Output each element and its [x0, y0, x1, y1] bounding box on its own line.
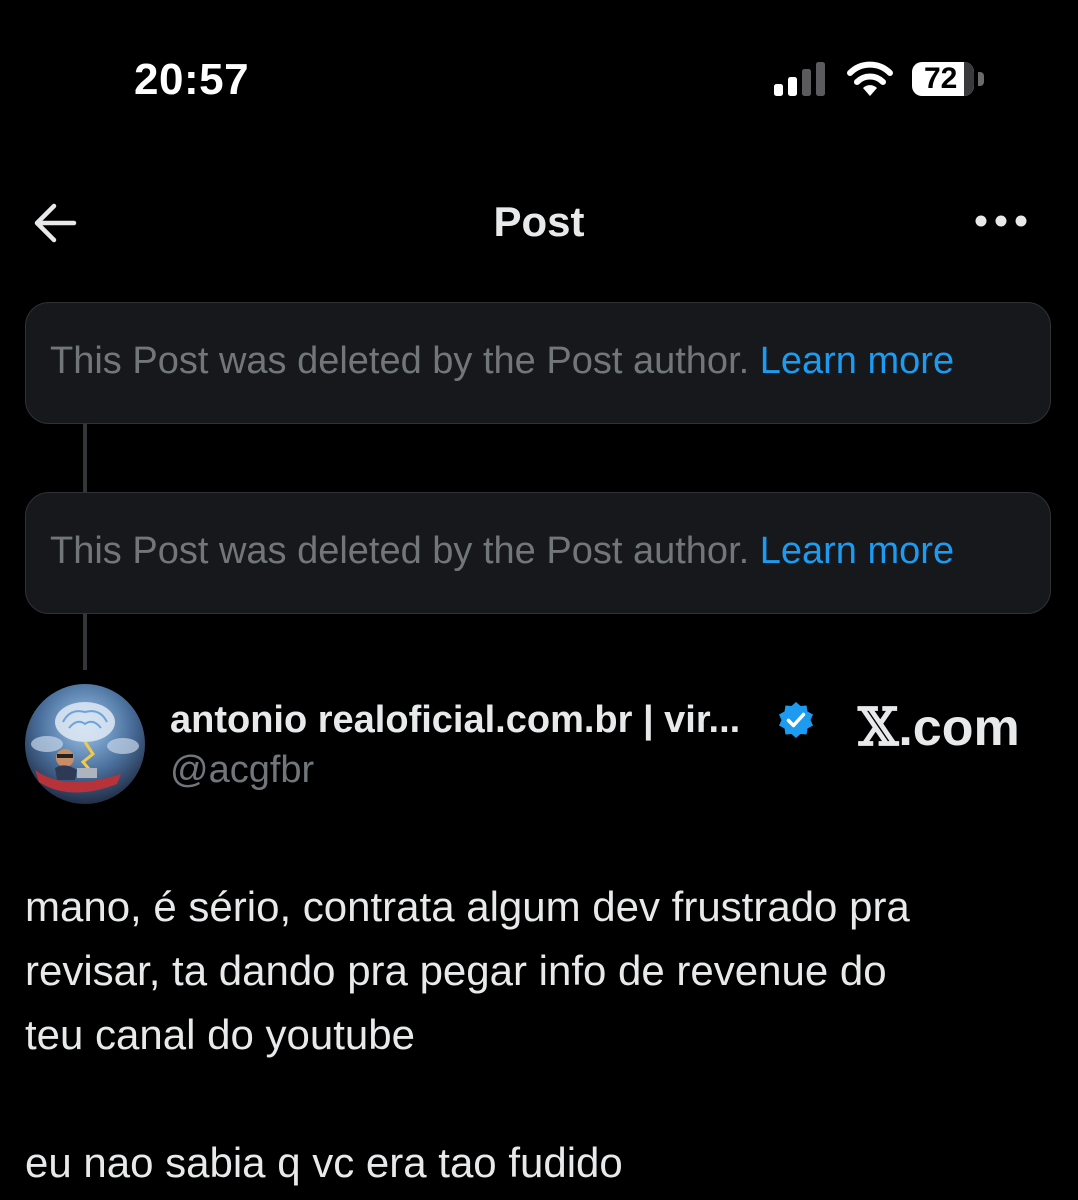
x-com-watermark: 𝕏.com	[858, 696, 1020, 760]
verified-badge-icon	[779, 702, 813, 738]
avatar[interactable]	[25, 684, 145, 804]
battery-level: 72	[912, 62, 974, 96]
deleted-post-message: This Post was deleted by the Post author…	[50, 530, 750, 572]
deleted-post-notice[interactable]: This Post was deleted by the Post author…	[25, 492, 1051, 614]
author-handle[interactable]: @acgfbr	[170, 746, 314, 794]
post-line: revisar, ta dando pra pegar info de reve…	[25, 947, 887, 994]
post-body: mano, é sério, contrata algum dev frustr…	[25, 875, 1055, 1195]
status-time: 20:57	[134, 55, 250, 104]
watermark-domain: .com	[898, 699, 1020, 757]
page-title: Post	[493, 198, 585, 245]
thread-connector	[83, 614, 87, 670]
post-line: mano, é sério, contrata algum dev frustr…	[25, 883, 910, 930]
learn-more-link[interactable]: Learn more	[760, 340, 954, 382]
battery-icon: 72	[912, 62, 988, 98]
post-line: eu nao sabia q vc era tao fudido	[25, 1139, 623, 1186]
post-line: teu canal do youtube	[25, 1011, 415, 1058]
wifi-icon	[847, 61, 893, 96]
more-horizontal-icon[interactable]	[972, 206, 1030, 236]
author-name[interactable]: antonio realoficial.com.br | vir...	[170, 696, 740, 744]
thread-connector	[83, 424, 87, 492]
deleted-post-notice[interactable]: This Post was deleted by the Post author…	[25, 302, 1051, 424]
learn-more-link[interactable]: Learn more	[760, 530, 954, 572]
deleted-post-message: This Post was deleted by the Post author…	[50, 340, 750, 382]
cellular-signal-icon	[774, 62, 825, 96]
battery-percent: 72	[924, 62, 958, 95]
deleted-post-text: This Post was deleted by the Post author…	[50, 527, 954, 575]
deleted-post-text: This Post was deleted by the Post author…	[50, 337, 954, 385]
x-logo-glyph: 𝕏	[858, 697, 899, 758]
